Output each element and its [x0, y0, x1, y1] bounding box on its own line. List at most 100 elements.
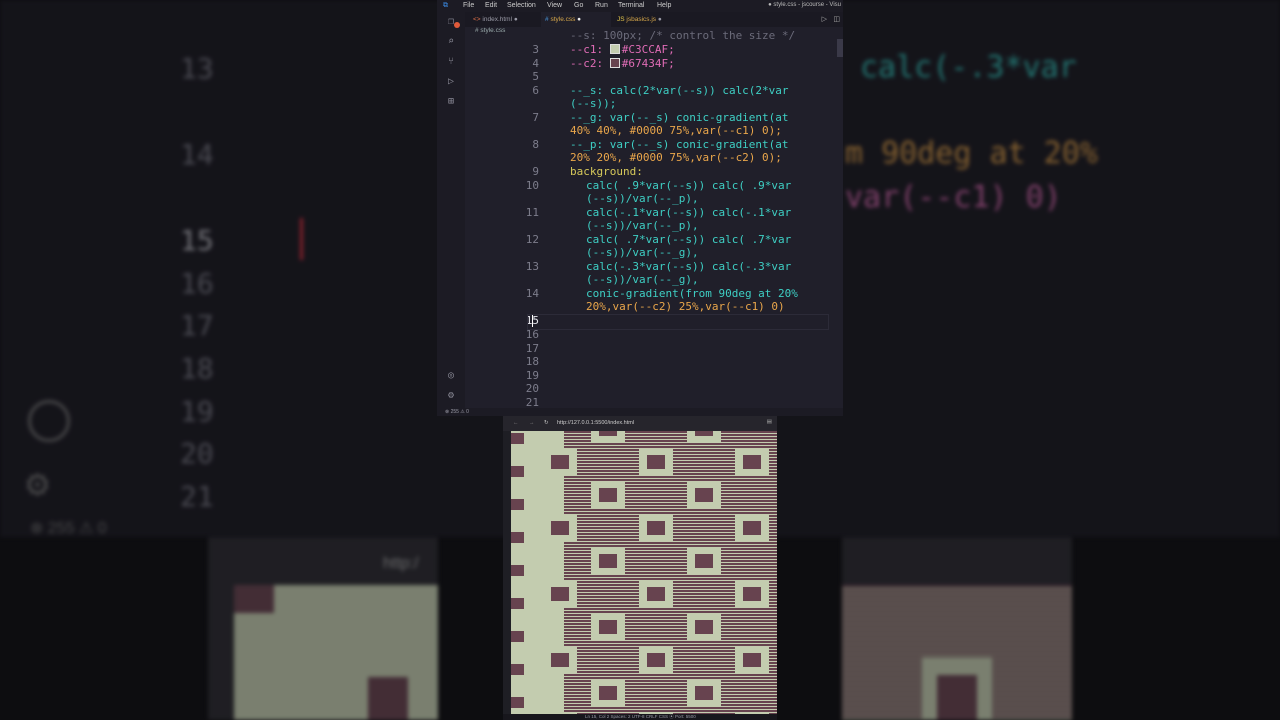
backdrop-url: http:/ — [383, 555, 419, 572]
backdrop-code: m 90deg at 20% — [845, 136, 1098, 171]
activity-bar: ❐ ⌕ ⑂ ▷ ⊞ ◎ ⚙ — [437, 12, 465, 408]
tab-jsbasics-js[interactable]: JS jsbasics.js ● — [613, 12, 687, 27]
current-line-highlight — [527, 314, 829, 330]
code-line: calc(-.3*var(--s)) calc(-.3*var — [586, 260, 792, 273]
pattern-square-inner — [743, 521, 761, 535]
extensions-icon[interactable]: ⊞ — [444, 96, 458, 108]
pattern-edge-mark — [511, 631, 524, 642]
menu-selection[interactable]: Selection — [507, 2, 536, 9]
menu-edit[interactable]: Edit — [485, 2, 497, 9]
browser-menu-icon[interactable]: ▤ — [767, 419, 772, 425]
menu-terminal[interactable]: Terminal — [618, 2, 644, 9]
pattern-square-inner — [695, 620, 713, 634]
backdrop-line-number: 19 — [180, 395, 214, 428]
line-number: 11 — [525, 206, 539, 219]
pattern-stripe — [564, 707, 777, 709]
pattern-square-inner — [551, 521, 569, 535]
code-line: --s: 100px; /* control the size */ — [570, 29, 796, 42]
text-cursor — [532, 315, 533, 327]
pattern-stripe — [564, 611, 777, 613]
pattern-stripe — [564, 608, 777, 610]
browser-window: ← → ↻ http://127.0.0.1:5500/index.html ▤… — [503, 416, 777, 720]
window-title: ● style.css - jscourse - Visu — [768, 2, 841, 8]
menu-go[interactable]: Go — [574, 2, 583, 9]
pattern-edge-mark — [511, 499, 524, 510]
code-line: (--s))/var(--_g), — [586, 246, 699, 259]
pattern-square-inner — [695, 431, 713, 436]
code-line: 20% 20%, #0000 75%,var(--c2) 0); — [570, 151, 782, 164]
line-number: 14 — [525, 287, 539, 300]
pattern-edge-mark — [511, 598, 524, 609]
line-number: 4 — [532, 57, 539, 70]
pattern-stripe — [564, 677, 777, 679]
vscode-logo-icon: ⧉ — [443, 2, 448, 9]
line-number: 5 — [532, 70, 539, 83]
menu-view[interactable]: View — [547, 2, 562, 9]
line-number: 12 — [525, 233, 539, 246]
problems-indicator[interactable]: ⊗ 255 ⚠ 0 — [445, 409, 469, 415]
code-line: 40% 40%, #0000 75%,var(--c1) 0); — [570, 124, 782, 137]
code-line: background: — [570, 165, 643, 178]
pattern-stripe — [564, 545, 777, 547]
pattern-stripe — [564, 710, 777, 712]
line-number: 3 — [532, 43, 539, 56]
pattern-square-inner — [599, 620, 617, 634]
pattern-square-inner — [599, 686, 617, 700]
pattern-stripe — [564, 641, 777, 643]
code-line: calc( .9*var(--s)) calc( .9*var — [586, 179, 792, 192]
backdrop-line-number: 21 — [180, 480, 214, 513]
menu-run[interactable]: Run — [595, 2, 608, 9]
backdrop-line-number: 15 — [180, 224, 214, 257]
pattern-square-inner — [599, 488, 617, 502]
pattern-edge-mark — [511, 697, 524, 708]
code-line: (--s))/var(--_p), — [586, 192, 699, 205]
pattern-stripe — [564, 512, 777, 514]
pattern-stripe — [564, 509, 777, 511]
backdrop-line-number: 14 — [180, 138, 214, 171]
menu-file[interactable]: File — [463, 2, 474, 9]
settings-gear-icon[interactable]: ⚙ — [444, 390, 458, 402]
back-icon[interactable]: ← — [513, 420, 519, 426]
code-editor[interactable]: --s: 100px; /* control the size */ 3 --c… — [465, 29, 843, 409]
pattern-square-inner — [695, 554, 713, 568]
split-editor-icon[interactable]: ◫ — [833, 15, 840, 23]
account-icon[interactable]: ◎ — [444, 370, 458, 382]
pattern-square-inner — [695, 488, 713, 502]
editor-tabs: <> index.html ● # style.css ● JS jsbasic… — [465, 12, 843, 27]
line-number: 17 — [525, 342, 539, 355]
pattern-square-inner — [743, 587, 761, 601]
pattern-stripe — [564, 674, 777, 676]
pattern-square-inner — [695, 686, 713, 700]
backdrop-pattern-square — [368, 677, 408, 720]
menu-help[interactable]: Help — [657, 2, 671, 9]
pattern-stripe — [564, 479, 777, 481]
code-line: (--s))/var(--_g), — [586, 273, 699, 286]
reload-icon[interactable]: ↻ — [544, 420, 549, 426]
tab-index-html[interactable]: <> index.html ● — [469, 12, 539, 27]
pattern-square-inner — [647, 521, 665, 535]
line-number: 18 — [525, 355, 539, 368]
run-debug-icon[interactable]: ▷ — [444, 76, 458, 88]
pattern-stripe — [564, 644, 777, 646]
backdrop-line-number: 13 — [180, 52, 214, 85]
pattern-stripe — [564, 443, 777, 445]
pattern-stripe — [564, 542, 777, 544]
scrollbar-thumb[interactable] — [837, 39, 843, 57]
run-icon[interactable]: ▷ — [822, 15, 827, 23]
tab-style-css[interactable]: # style.css ● — [541, 12, 611, 27]
search-icon[interactable]: ⌕ — [444, 36, 458, 48]
color-swatch-c1[interactable] — [609, 44, 620, 54]
title-bar: ⧉ File Edit Selection View Go Run Termin… — [437, 0, 843, 12]
source-control-icon[interactable]: ⑂ — [444, 56, 458, 68]
address-bar[interactable]: http://127.0.0.1:5500/index.html — [557, 420, 634, 426]
color-swatch-c2[interactable] — [609, 58, 620, 68]
backdrop-cursor — [300, 218, 303, 260]
pattern-square-inner — [647, 455, 665, 469]
backdrop-code: calc(-.3*var — [860, 50, 1077, 85]
code-line: 20%,var(--c2) 25%,var(--c1) 0) — [586, 300, 785, 313]
css-icon: # — [545, 16, 549, 23]
forward-icon[interactable]: → — [529, 420, 535, 426]
backdrop-line-number: 18 — [180, 352, 214, 385]
code-line: (--s)); — [570, 97, 617, 110]
code-line: --_g: var(--_s) conic-gradient(at — [570, 111, 789, 124]
